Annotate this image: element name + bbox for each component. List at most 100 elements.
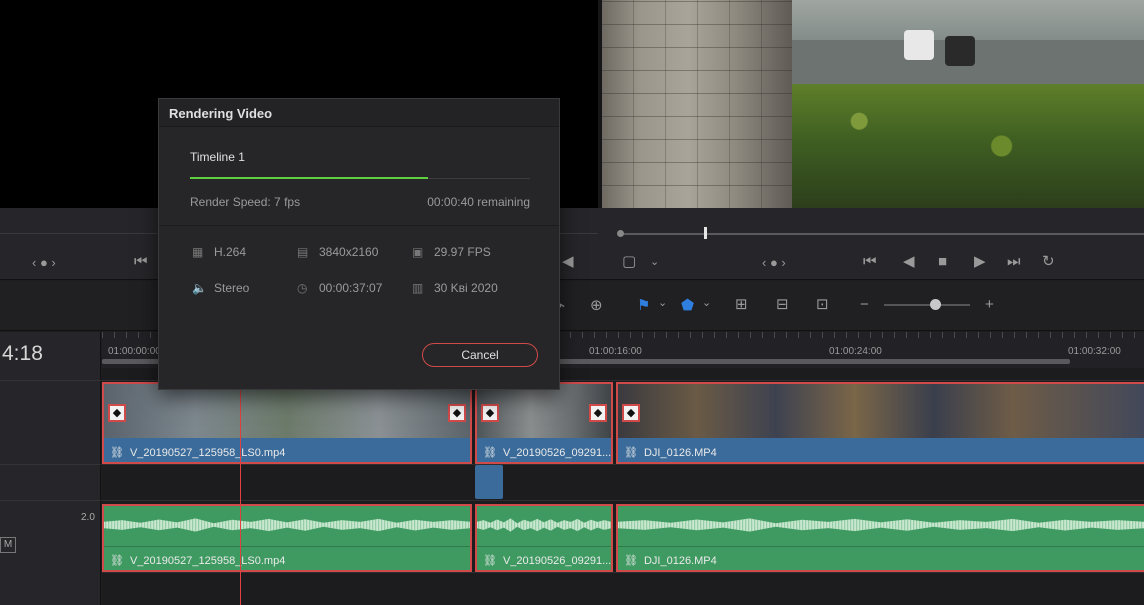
zoom-slider-knob[interactable] [930,299,941,310]
zoom-in-icon[interactable]: + [985,296,994,313]
viewer-frame-scooter [945,36,975,66]
audio-level-line[interactable] [104,546,470,547]
timeline-viewer [602,0,1144,208]
duration-info: ◷ 00:00:37:07 [297,281,382,295]
track-separator [102,572,1144,573]
marker-icon[interactable]: ⬟ [681,296,694,314]
track-headers: 4:18 [0,332,101,605]
speaker-icon: 🔈 [192,281,207,295]
audio-clip[interactable]: ⛓ V_20190527_125958_LS0.mp4 [102,504,472,572]
clip-name: DJI_0126.MP4 [643,447,717,459]
clip-name: V_20190526_09291... [502,555,612,567]
video-clip[interactable]: ◆ ◆ ⛓ V_20190527_125958_LS0.mp4 [102,382,472,464]
keyframe-diamond-icon[interactable]: ◆ [589,404,607,422]
link-icon: ⛓ [624,555,638,567]
zoom-out-icon[interactable]: − [860,296,869,313]
audio-waveform [104,518,470,532]
clip-name: V_20190527_125958_LS0.mp4 [129,447,286,459]
audio-waveform [477,518,611,532]
zoom-detail-icon[interactable]: ⊟ [776,295,789,313]
chevron-down-icon[interactable]: ⌄ [658,296,667,309]
flag-icon[interactable]: ⚑ [637,296,650,314]
track-separator [102,464,1144,465]
zoom-custom-icon[interactable]: ⊡ [816,295,829,313]
timeline-nav-arrows-icon[interactable]: ‹ ● › [762,255,786,271]
audio-info: 🔈 Stereo [192,281,249,295]
skip-to-start-icon[interactable]: ⏮ [863,254,877,270]
clock-icon: ◷ [297,281,308,295]
video-clip[interactable]: ◆ ⛓ DJI_0126.MP4 [616,382,1144,464]
render-progress-fill [190,177,428,179]
calendar-icon: ▥ [412,281,424,295]
frame-rate-info: ▣ 29.97 FPS [412,245,491,259]
keyframe-diamond-icon[interactable]: ◆ [448,404,466,422]
loop-icon[interactable]: ↻ [1042,254,1055,270]
clip-thumbnails [104,384,470,438]
clip-label: ⛓ V_20190527_125958_LS0.mp4 [110,554,285,567]
clip-label: ⛓ V_20190526_09291... [483,446,611,459]
audio-level-line[interactable] [477,546,611,547]
scrub-start-marker [617,230,624,237]
render-timeline-name: Timeline 1 [190,150,245,164]
source-play-back-icon[interactable]: ◀ [562,254,574,270]
resolution-value: 3840x2160 [319,245,379,259]
frame-rate-value: 29.97 FPS [434,245,491,259]
rendering-video-dialog: Rendering Video Timeline 1 Render Speed:… [158,98,560,390]
cancel-button[interactable]: Cancel [422,343,538,367]
viewer-frame-hedge [788,84,1144,208]
audio-clip[interactable]: ⛓ DJI_0126.MP4 [616,504,1144,572]
viewer-frame-scooter [904,30,934,60]
mute-badge[interactable]: M [0,537,16,553]
resolution-icon: ▤ [297,245,309,259]
source-nav-arrows-icon[interactable]: ‹ ● › [32,255,56,271]
date-value: 30 Kві 2020 [434,281,498,295]
audio-value: Stereo [214,281,250,295]
zoom-slider[interactable] [884,304,970,306]
render-time-remaining: 00:00:40 remaining [427,195,530,209]
ruler-label: 01:00:32:00 [1068,346,1121,357]
skip-to-end-icon[interactable]: ⏭ [1007,254,1021,270]
duration-value: 00:00:37:07 [319,281,383,295]
ruler-label: 01:00:16:00 [589,346,642,357]
filmstrip-icon: ▣ [412,245,424,259]
timeline-scrub-bar[interactable] [620,233,1144,235]
chevron-down-icon[interactable]: ⌄ [702,296,711,309]
link-icon: ⛓ [110,555,124,567]
codec-info: ▦ H.264 [192,245,246,259]
source-skip-start-icon[interactable]: ⏮ [134,254,148,270]
zoom-full-icon[interactable]: ⊞ [735,295,748,313]
clip-thumbnails [618,384,1144,438]
lock-tool-icon[interactable]: ⊕ [590,296,603,314]
ruler-label: 01:00:00:00 [108,346,161,357]
ruler-label: 01:00:24:00 [829,346,882,357]
clip-name: DJI_0126.MP4 [643,555,717,567]
video-clip[interactable]: ◆ ◆ ⛓ V_20190526_09291... [475,382,613,464]
keyframe-diamond-icon[interactable]: ◆ [108,404,126,422]
audio-clip[interactable]: ⛓ V_20190526_09291... [475,504,613,572]
render-speed: Render Speed: 7 fps [190,195,301,209]
viewer-mode-icon[interactable]: ▢ [622,254,636,270]
render-progress-bar [190,177,530,179]
play-icon[interactable]: ▶ [974,254,986,270]
clip-label: ⛓ DJI_0126.MP4 [624,554,717,567]
keyframe-diamond-icon[interactable]: ◆ [481,404,499,422]
dialog-title: Rendering Video [159,99,559,127]
track-header-divider [0,500,101,501]
date-info: ▥ 30 Kві 2020 [412,281,498,295]
dialog-divider [159,225,559,226]
audio-level-line[interactable] [618,546,1144,547]
clip-name: V_20190526_09291... [502,447,612,459]
keyframe-diamond-icon[interactable]: ◆ [622,404,640,422]
stop-icon[interactable]: ■ [938,254,947,270]
link-icon: ⛓ [483,447,497,459]
clip-label: ⛓ V_20190527_125958_LS0.mp4 [110,446,285,459]
clip-name: V_20190527_125958_LS0.mp4 [129,555,286,567]
play-reverse-icon[interactable]: ◀ [903,254,915,270]
scrub-playhead[interactable] [704,227,707,239]
transition-clip[interactable] [475,465,503,499]
film-icon: ▦ [192,245,204,259]
link-icon: ⛓ [624,447,638,459]
clip-label: ⛓ V_20190526_09291... [483,554,611,567]
chevron-down-icon[interactable]: ⌄ [650,254,659,270]
timeline-timecode: 4:18 [2,342,43,365]
